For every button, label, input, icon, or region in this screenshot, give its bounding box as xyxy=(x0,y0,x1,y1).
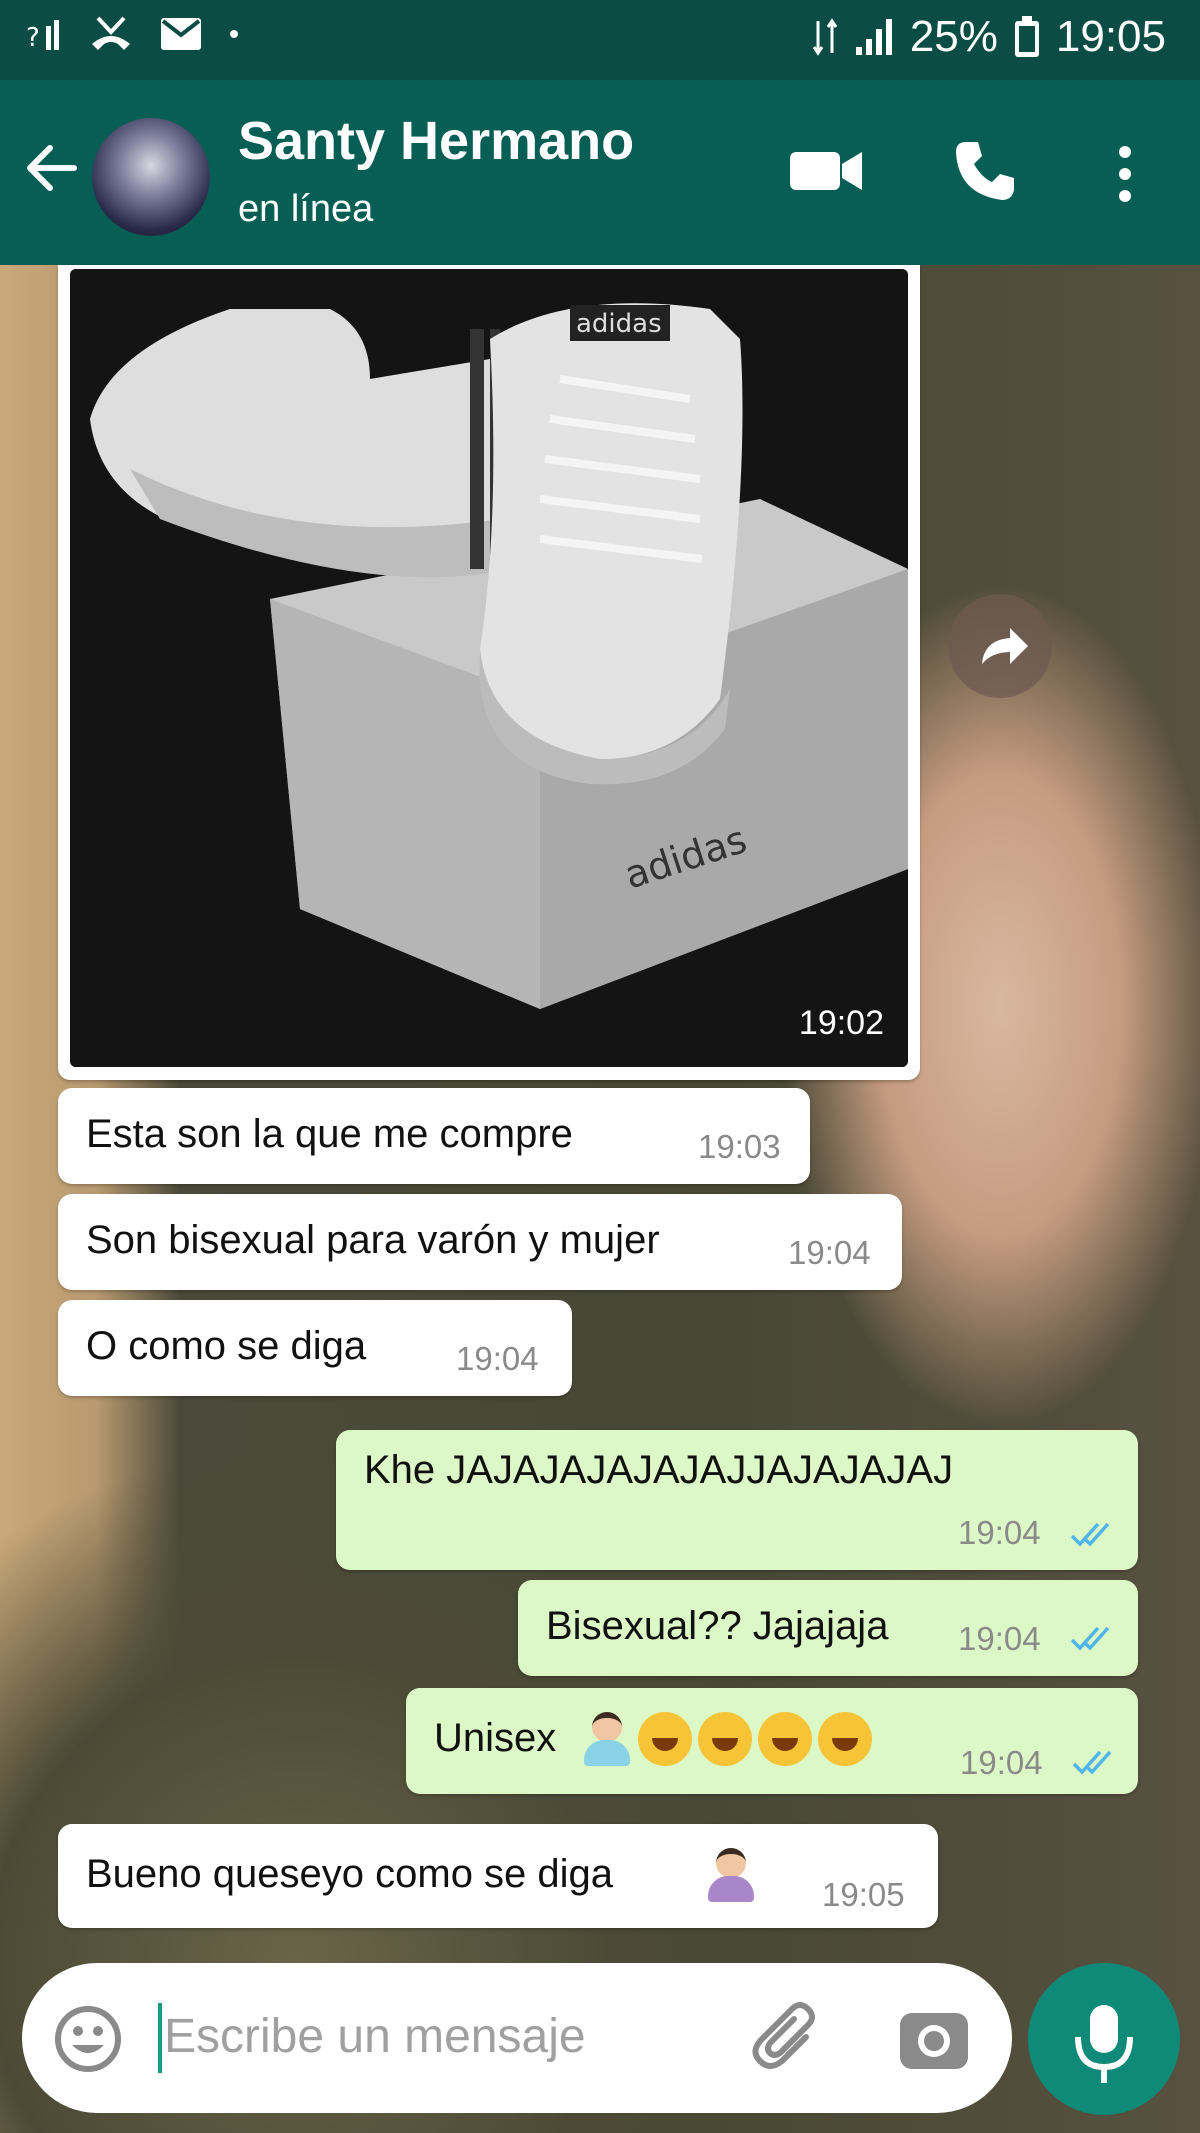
signal-icon xyxy=(855,19,892,55)
rolling-laughing-emoji-icon xyxy=(758,1712,812,1766)
rolling-laughing-emoji-icon xyxy=(698,1712,752,1766)
contact-status: en línea xyxy=(238,188,374,230)
back-arrow-icon[interactable] xyxy=(22,138,82,198)
more-options-icon[interactable] xyxy=(1112,144,1138,204)
read-receipt-icon xyxy=(1072,1750,1112,1775)
message-text: Son bisexual para varón y mujer xyxy=(86,1218,660,1262)
forward-button[interactable] xyxy=(948,594,1052,698)
facepalm-emoji-icon xyxy=(708,1848,754,1902)
battery-icon xyxy=(1014,16,1039,57)
svg-text:?: ? xyxy=(26,23,40,52)
text-cursor xyxy=(158,2003,162,2073)
message-text: O como se diga xyxy=(86,1324,367,1368)
forward-icon xyxy=(982,628,1028,664)
message-composer: Escribe un mensaje xyxy=(22,1963,1012,2113)
message-time: 19:03 xyxy=(698,1128,781,1165)
message-input[interactable]: Escribe un mensaje xyxy=(164,2009,586,2064)
message-text: Khe JAJAJAJAJAJAJJAJAJAJAJ xyxy=(364,1448,954,1492)
voice-record-button[interactable] xyxy=(1028,1963,1180,2115)
status-bar: ? 25% 19:05 xyxy=(0,0,1200,80)
chat-header: Santy Hermano en línea xyxy=(0,80,1200,265)
rolling-laughing-emoji-icon xyxy=(818,1712,872,1766)
rolling-laughing-emoji-icon xyxy=(638,1712,692,1766)
message-time: 19:04 xyxy=(958,1620,1041,1657)
battery-percent: 25% xyxy=(909,12,998,61)
notification-dot-icon xyxy=(230,30,238,38)
message-text: Bueno queseyo como se diga xyxy=(86,1852,614,1896)
incoming-message[interactable]: Esta son la que me compre 19:03 xyxy=(58,1088,810,1184)
sneaker-image: adidas adidas xyxy=(70,269,908,1067)
outgoing-message[interactable]: Khe JAJAJAJAJAJAJJAJAJAJAJ 19:04 xyxy=(336,1430,1138,1570)
clock: 19:05 xyxy=(1055,12,1166,61)
message-time: 19:04 xyxy=(456,1340,539,1377)
data-arrows-icon xyxy=(812,18,838,56)
message-time: 19:05 xyxy=(822,1876,905,1913)
signal-no-sim-icon: ? xyxy=(26,20,59,52)
message-text: Unisex xyxy=(434,1716,557,1760)
outgoing-message[interactable]: Unisex 19:04 xyxy=(406,1688,1138,1794)
person-shrugging-emoji-icon xyxy=(584,1712,630,1766)
read-receipt-icon xyxy=(1070,1522,1110,1547)
camera-icon[interactable] xyxy=(898,2003,970,2075)
shoe-photo[interactable]: adidas adidas 19:02 xyxy=(70,269,908,1067)
missed-call-icon xyxy=(92,16,130,50)
email-icon xyxy=(161,18,201,50)
message-text: Bisexual?? Jajajaja xyxy=(546,1604,889,1648)
video-call-icon[interactable] xyxy=(790,148,864,194)
message-text: Esta son la que me compre xyxy=(86,1112,573,1156)
incoming-message[interactable]: Son bisexual para varón y mujer 19:04 xyxy=(58,1194,902,1290)
emoji-group xyxy=(584,1712,878,1766)
attach-icon[interactable] xyxy=(748,1997,828,2077)
read-receipt-icon xyxy=(1070,1626,1110,1651)
message-time: 19:02 xyxy=(798,1004,884,1042)
contact-name[interactable]: Santy Hermano xyxy=(238,110,634,172)
message-time: 19:04 xyxy=(960,1744,1043,1781)
message-time: 19:04 xyxy=(958,1514,1041,1551)
shoe-brand-text: adidas xyxy=(576,309,662,339)
avatar[interactable] xyxy=(92,118,210,236)
microphone-icon xyxy=(1075,2005,1133,2083)
message-time: 19:04 xyxy=(788,1234,871,1271)
incoming-message[interactable]: O como se diga 19:04 xyxy=(58,1300,572,1396)
outgoing-message[interactable]: Bisexual?? Jajajaja 19:04 xyxy=(518,1580,1138,1676)
emoji-picker-icon[interactable] xyxy=(52,2003,124,2075)
phone-call-icon[interactable] xyxy=(952,138,1018,204)
image-message[interactable]: adidas adidas 19:02 xyxy=(58,265,920,1080)
incoming-message[interactable]: Bueno queseyo como se diga 19:05 xyxy=(58,1824,938,1928)
